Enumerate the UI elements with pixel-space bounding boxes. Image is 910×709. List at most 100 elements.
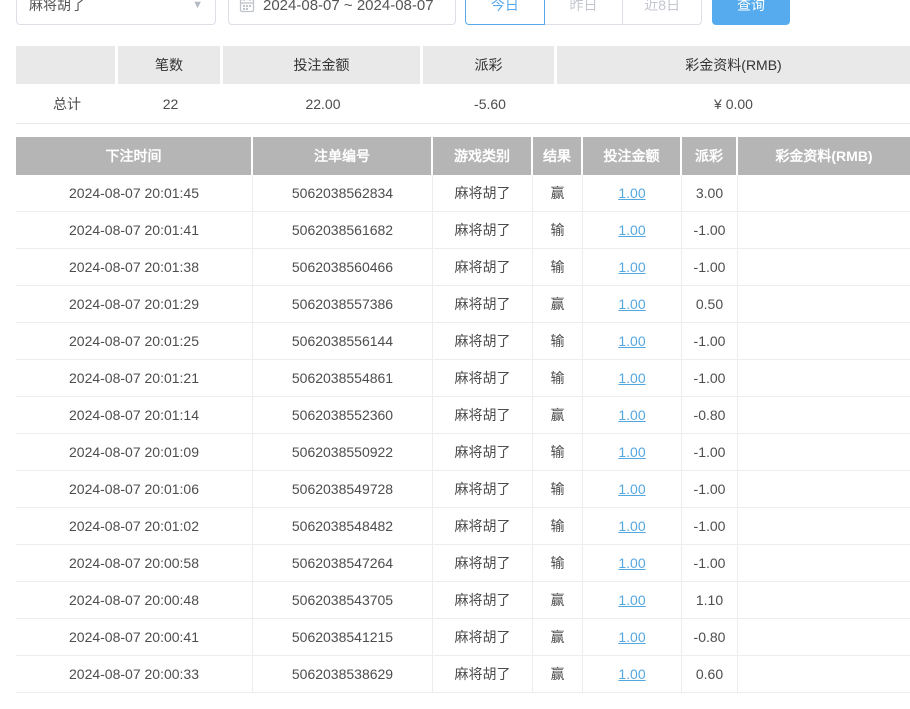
bet-amount-link[interactable]: 1.00 — [618, 481, 645, 497]
summary-count: 22 — [118, 84, 223, 124]
quick-date-button-0[interactable]: 今日 — [465, 0, 545, 25]
payout-cell: -1.00 — [682, 212, 738, 249]
game-select-value: 麻将胡了 — [29, 0, 85, 15]
date-range-picker[interactable]: 2024-08-07 ~ 2024-08-07 — [228, 0, 456, 25]
bet-time-cell: 2024-08-07 20:01:21 — [16, 360, 253, 397]
bet-time-cell: 2024-08-07 20:01:41 — [16, 212, 253, 249]
bet-time-cell: 2024-08-07 20:01:06 — [16, 471, 253, 508]
result-cell: 赢 — [533, 619, 583, 656]
game-type-cell: 麻将胡了 — [433, 175, 533, 212]
quick-date-button-2[interactable]: 近8日 — [622, 0, 702, 25]
game-type-cell: 麻将胡了 — [433, 545, 533, 582]
table-row: 2024-08-07 20:01:255062038556144麻将胡了输 1.0… — [16, 323, 910, 360]
quick-date-buttons: 今日昨日近8日 — [465, 0, 702, 25]
result-cell: 输 — [533, 323, 583, 360]
table-row: 2024-08-07 20:01:025062038548482麻将胡了输1.0… — [16, 508, 910, 545]
bet-amount-cell: 1.00 — [583, 619, 682, 656]
bet-amount-link[interactable]: 1.00 — [618, 370, 645, 386]
bonus-cell — [738, 471, 910, 508]
result-cell: 输 — [533, 434, 583, 471]
bet-id-cell: 5062038548482 — [253, 508, 433, 545]
result-cell: 输 — [533, 508, 583, 545]
summary-bet-amount: 22.00 — [223, 84, 423, 124]
result-cell: 赢 — [533, 175, 583, 212]
bet-time-cell: 2024-08-07 20:00:33 — [16, 656, 253, 693]
payout-cell: -1.00 — [682, 545, 738, 582]
summary-header-cell-2: 投注金额 — [223, 46, 423, 84]
bet-amount-link[interactable]: 1.00 — [618, 407, 645, 423]
bet-amount-link[interactable]: 1.00 — [618, 185, 645, 201]
result-cell: 赢 — [533, 286, 583, 323]
summary-header-cell-0 — [16, 46, 118, 84]
bet-amount-link[interactable]: 1.00 — [618, 222, 645, 238]
bonus-cell — [738, 175, 910, 212]
summary-header-cell-3: 派彩 — [423, 46, 557, 84]
bet-amount-link[interactable]: 1.00 — [618, 518, 645, 534]
bet-amount-cell: 1.00 — [583, 175, 682, 212]
filter-bar: 麻将胡了 ▼ 2024-08-07 ~ 2024-08-07 今日昨日近8日 查… — [16, 0, 910, 25]
search-button[interactable]: 查询 — [712, 0, 790, 25]
quick-date-button-1[interactable]: 昨日 — [544, 0, 624, 25]
table-row: 2024-08-07 20:01:455062038562834麻将胡了赢1.0… — [16, 175, 910, 212]
bonus-cell — [738, 434, 910, 471]
payout-cell: -1.00 — [682, 249, 738, 286]
bet-amount-cell: 1.00 — [583, 323, 682, 360]
bet-amount-cell: 1.00 — [583, 471, 682, 508]
summary-total-row: 总计 22 22.00 -5.60 ¥ 0.00 — [16, 84, 910, 124]
bet-amount-cell: 1.00 — [583, 508, 682, 545]
bet-id-cell: 5062038538629 — [253, 656, 433, 693]
result-cell: 输 — [533, 249, 583, 286]
payout-cell: 0.60 — [682, 656, 738, 693]
game-type-cell: 麻将胡了 — [433, 249, 533, 286]
bet-amount-cell: 1.00 — [583, 286, 682, 323]
game-type-cell: 麻将胡了 — [433, 360, 533, 397]
summary-total-label: 总计 — [16, 84, 118, 124]
bet-amount-link[interactable]: 1.00 — [618, 555, 645, 571]
table-row: 2024-08-07 20:00:415062038541215麻将胡了赢1.0… — [16, 619, 910, 656]
bonus-cell — [738, 619, 910, 656]
bet-id-cell: 5062038562834 — [253, 175, 433, 212]
payout-cell: -1.00 — [682, 508, 738, 545]
table-row: 2024-08-07 20:01:145062038552360麻将胡了赢1.0… — [16, 397, 910, 434]
records-table: 下注时间注单编号游戏类别结果投注金额派彩彩金资料(RMB) 2024-08-07… — [16, 137, 910, 693]
bet-amount-link[interactable]: 1.00 — [618, 592, 645, 608]
table-row: 2024-08-07 20:01:065062038549728麻将胡了输1.0… — [16, 471, 910, 508]
table-row: 2024-08-07 20:01:385062038560466麻将胡了输1.0… — [16, 249, 910, 286]
summary-header-cell-1: 笔数 — [118, 46, 223, 84]
payout-cell: -1.00 — [682, 471, 738, 508]
game-type-cell: 麻将胡了 — [433, 508, 533, 545]
bet-amount-cell: 1.00 — [583, 397, 682, 434]
bet-id-cell: 5062038560466 — [253, 249, 433, 286]
table-row: 2024-08-07 20:01:295062038557386麻将胡了赢1.0… — [16, 286, 910, 323]
bet-amount-link[interactable]: 1.00 — [618, 333, 645, 349]
game-type-cell: 麻将胡了 — [433, 619, 533, 656]
bet-amount-link[interactable]: 1.00 — [618, 666, 645, 682]
bet-amount-link[interactable]: 1.00 — [618, 444, 645, 460]
game-type-cell: 麻将胡了 — [433, 656, 533, 693]
bet-amount-link[interactable]: 1.00 — [618, 296, 645, 312]
game-type-cell: 麻将胡了 — [433, 397, 533, 434]
bonus-cell — [738, 212, 910, 249]
bet-id-cell: 5062038556144 — [253, 323, 433, 360]
bet-id-cell: 5062038543705 — [253, 582, 433, 619]
bet-amount-cell: 1.00 — [583, 656, 682, 693]
table-row: 2024-08-07 20:00:485062038543705麻将胡了赢1.0… — [16, 582, 910, 619]
bet-id-cell: 5062038554861 — [253, 360, 433, 397]
chevron-down-icon: ▼ — [192, 0, 203, 11]
bet-time-cell: 2024-08-07 20:01:25 — [16, 323, 253, 360]
game-type-cell: 麻将胡了 — [433, 323, 533, 360]
bonus-cell — [738, 545, 910, 582]
summary-header-row: 笔数投注金额派彩彩金资料(RMB) — [16, 46, 910, 84]
bet-amount-cell: 1.00 — [583, 360, 682, 397]
result-cell: 赢 — [533, 656, 583, 693]
records-header-cell-2: 游戏类别 — [433, 137, 533, 175]
bonus-cell — [738, 582, 910, 619]
bet-amount-link[interactable]: 1.00 — [618, 259, 645, 275]
bet-time-cell: 2024-08-07 20:00:48 — [16, 582, 253, 619]
bet-amount-link[interactable]: 1.00 — [618, 629, 645, 645]
game-select[interactable]: 麻将胡了 ▼ — [16, 0, 216, 25]
bet-amount-cell: 1.00 — [583, 212, 682, 249]
records-header-row: 下注时间注单编号游戏类别结果投注金额派彩彩金资料(RMB) — [16, 137, 910, 175]
bonus-cell — [738, 397, 910, 434]
table-row: 2024-08-07 20:01:095062038550922麻将胡了输1.0… — [16, 434, 910, 471]
